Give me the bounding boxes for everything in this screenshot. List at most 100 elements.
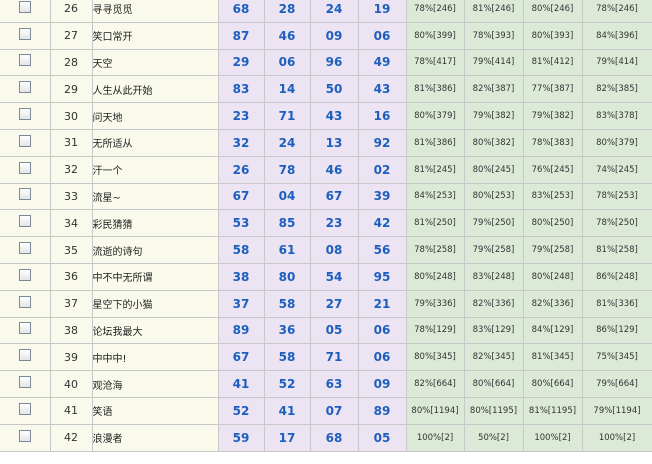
percent-cell: 83%[378] [582, 102, 652, 130]
percent-cell: 78%[129] [406, 317, 465, 345]
percent-cell: 82%[387] [464, 75, 524, 104]
select-cell [0, 183, 51, 211]
row-checkbox[interactable] [18, 188, 31, 201]
row-checkbox[interactable] [18, 322, 31, 335]
username-cell: 中中中! [92, 343, 219, 372]
number-cell: 54 [310, 263, 359, 291]
username-cell: 流星~ [92, 183, 219, 211]
row-checkbox[interactable] [18, 429, 31, 442]
username-cell: 中不中无所谓 [92, 263, 219, 291]
percent-cell: 79%[258] [464, 236, 524, 264]
username-cell: 天空 [92, 49, 219, 77]
row-checkbox[interactable] [18, 215, 31, 228]
percent-cell: 82%[336] [464, 290, 524, 318]
row-checkbox[interactable] [18, 349, 31, 362]
number-cell: 46 [264, 22, 311, 50]
number-cell: 06 [358, 343, 407, 372]
number-cell: 06 [264, 49, 311, 77]
number-cell: 36 [264, 317, 311, 345]
percent-cell: 82%[345] [464, 343, 524, 372]
row-checkbox[interactable] [18, 54, 31, 67]
percent-cell: 81%[258] [582, 236, 652, 264]
row-checkbox[interactable] [18, 81, 31, 94]
table-row: 34 彩民猜猜 53 85 23 42 81%[250] 79%[250] 80%[250] 78… [0, 209, 652, 238]
rank-cell: 31 [50, 129, 93, 157]
select-cell [0, 22, 51, 50]
percent-cell: 78%[383] [523, 129, 583, 157]
username-cell: 星空下的小猫 [92, 290, 219, 318]
number-cell: 29 [218, 49, 265, 77]
rank-cell: 35 [50, 236, 93, 264]
number-cell: 58 [264, 343, 311, 372]
percent-cell: 100%[2] [406, 424, 465, 452]
row-checkbox[interactable] [18, 268, 31, 281]
percent-cell: 80%[399] [406, 22, 465, 50]
percent-cell: 80%[379] [406, 102, 465, 130]
percent-cell: 80%[248] [523, 263, 583, 291]
number-cell: 21 [358, 290, 407, 318]
rank-cell: 28 [50, 49, 93, 77]
rank-cell: 36 [50, 263, 93, 291]
row-checkbox[interactable] [18, 376, 31, 389]
percent-cell: 78%[258] [406, 236, 465, 264]
number-cell: 61 [264, 236, 311, 264]
table-row: 36 中不中无所谓 38 80 54 95 80%[248] 83%[248] 80%[248]… [0, 263, 652, 291]
number-cell: 80 [264, 263, 311, 291]
number-cell: 26 [218, 156, 265, 184]
rank-cell: 30 [50, 102, 93, 130]
number-cell: 46 [310, 156, 359, 184]
number-cell: 06 [358, 22, 407, 50]
select-cell [0, 129, 51, 157]
number-cell: 68 [310, 424, 359, 452]
username-cell: 观沧海 [92, 370, 219, 398]
percent-cell: 79%[664] [582, 370, 652, 398]
username-cell: 彩民猜猜 [92, 209, 219, 238]
table-row: 32 汗一个 26 78 46 02 81%[245] 80%[245] 76%[245] 74%… [0, 156, 652, 184]
percent-cell: 78%[393] [464, 22, 524, 50]
percent-cell: 74%[245] [582, 156, 652, 184]
row-checkbox[interactable] [18, 108, 31, 121]
username-cell: 人生从此开始 [92, 75, 219, 104]
percent-cell: 80%[250] [523, 209, 583, 238]
username-cell: 无所适从 [92, 129, 219, 157]
row-checkbox[interactable] [18, 161, 31, 174]
rank-cell: 39 [50, 343, 93, 372]
table-row: 28 天空 29 06 96 49 78%[417] 79%[414] 81%[412] 79%[… [0, 49, 652, 77]
rank-cell: 29 [50, 75, 93, 104]
percent-cell: 78%[246] [406, 0, 465, 23]
number-cell: 04 [264, 183, 311, 211]
number-cell: 63 [310, 370, 359, 398]
number-cell: 17 [264, 424, 311, 452]
number-cell: 78 [264, 156, 311, 184]
table-row: 39 中中中! 67 58 71 06 80%[345] 82%[345] 81%[345] 75… [0, 343, 652, 372]
row-checkbox[interactable] [18, 242, 31, 255]
select-cell [0, 343, 51, 372]
percent-cell: 78%[417] [406, 49, 465, 77]
row-checkbox[interactable] [18, 27, 31, 40]
row-checkbox[interactable] [18, 295, 31, 308]
percent-cell: 83%[129] [464, 317, 524, 345]
number-cell: 83 [218, 75, 265, 104]
percent-cell: 82%[336] [523, 290, 583, 318]
number-cell: 96 [310, 49, 359, 77]
percent-cell: 80%[248] [406, 263, 465, 291]
number-cell: 09 [358, 370, 407, 398]
table-row: 37 星空下的小猫 37 58 27 21 79%[336] 82%[336] 82%[336]… [0, 290, 652, 318]
row-checkbox[interactable] [18, 402, 31, 415]
table-row: 38 论坛我最大 89 36 05 06 78%[129] 83%[129] 84%[129] 8… [0, 317, 652, 345]
number-cell: 02 [358, 156, 407, 184]
number-cell: 07 [310, 397, 359, 425]
rank-cell: 32 [50, 156, 93, 184]
number-cell: 58 [264, 290, 311, 318]
number-cell: 71 [264, 102, 311, 130]
select-cell [0, 236, 51, 264]
percent-cell: 80%[664] [523, 370, 583, 398]
percent-cell: 81%[1195] [523, 397, 583, 425]
row-checkbox[interactable] [18, 0, 31, 13]
number-cell: 87 [218, 22, 265, 50]
row-checkbox[interactable] [18, 134, 31, 147]
percent-cell: 83%[253] [523, 183, 583, 211]
percent-cell: 50%[2] [464, 424, 524, 452]
number-cell: 43 [310, 102, 359, 130]
username-cell: 流逝的诗句 [92, 236, 219, 264]
